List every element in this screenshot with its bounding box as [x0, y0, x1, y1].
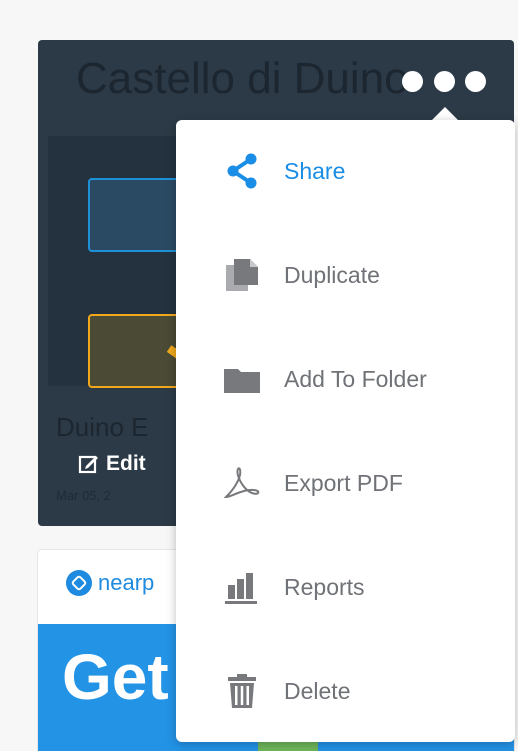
- brand-logo-icon: [66, 570, 92, 596]
- menu-item-label: Share: [284, 157, 346, 184]
- menu-item-reports[interactable]: Reports: [176, 557, 515, 617]
- edit-icon: [78, 455, 98, 474]
- menu-item-label: Reports: [284, 573, 365, 600]
- options-menu: Share Duplicate Add To Folder Export PDF…: [176, 120, 515, 742]
- edit-label: Edit: [106, 452, 146, 475]
- menu-item-label: Duplicate: [284, 261, 380, 288]
- menu-item-add-to-folder[interactable]: Add To Folder: [176, 349, 515, 409]
- more-dot-icon: [465, 70, 486, 92]
- menu-item-label: Add To Folder: [284, 365, 427, 392]
- card-subtitle: Duino E: [56, 412, 149, 442]
- more-options-button[interactable]: [402, 68, 486, 94]
- card-date: Mar 05, 2: [56, 488, 111, 503]
- menu-item-export-pdf[interactable]: Export PDF: [176, 453, 515, 513]
- edit-button[interactable]: Edit: [78, 452, 146, 476]
- trash-icon: [220, 669, 264, 713]
- page: Castello di Duino Duino E Edit Mar 05, 2…: [0, 0, 518, 751]
- more-dot-icon: [433, 70, 455, 92]
- reports-icon: [220, 565, 264, 609]
- menu-item-share[interactable]: Share: [176, 141, 515, 201]
- menu-item-duplicate[interactable]: Duplicate: [176, 245, 515, 305]
- banner-text: Get: [62, 641, 169, 713]
- more-dot-icon: [402, 70, 423, 92]
- folder-icon: [220, 357, 264, 401]
- pdf-icon: [220, 461, 264, 505]
- card-title: Castello di Duino: [76, 54, 409, 103]
- brand-name: nearp: [98, 570, 155, 595]
- share-icon: [220, 149, 264, 193]
- menu-item-delete[interactable]: Delete: [176, 661, 515, 721]
- menu-item-label: Delete: [284, 677, 351, 704]
- menu-item-label: Export PDF: [284, 469, 403, 496]
- duplicate-icon: [220, 253, 264, 297]
- brand-row: nearp: [66, 570, 154, 596]
- menu-caret: [431, 107, 459, 121]
